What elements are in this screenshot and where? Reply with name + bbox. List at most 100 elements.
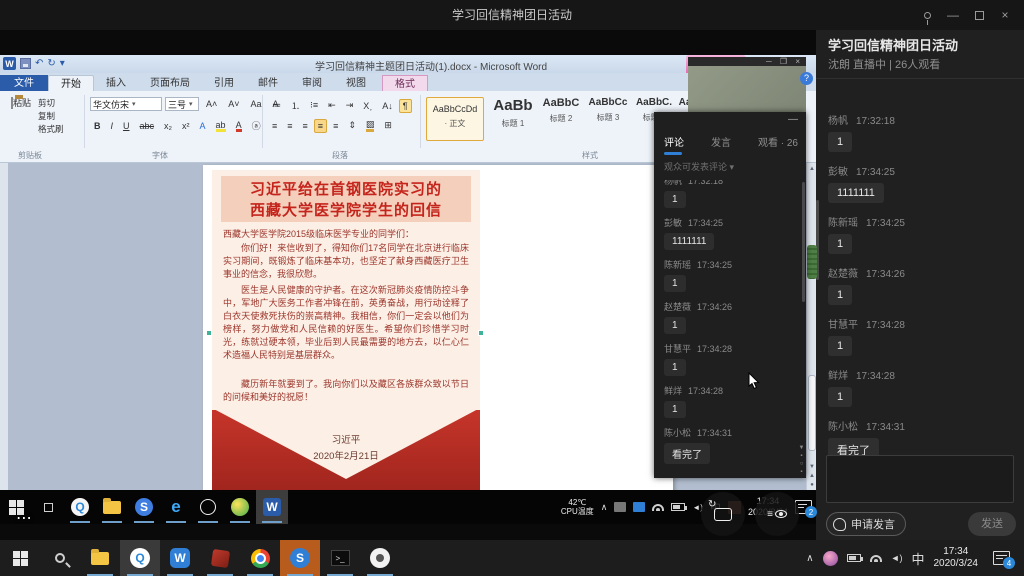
align-center-button[interactable]: ≡ xyxy=(283,119,296,133)
scrollbar-thumb[interactable] xyxy=(808,375,816,451)
panel-tab-watch[interactable]: 观看 · 26 xyxy=(758,134,798,149)
strikethrough-button[interactable]: abc xyxy=(136,119,159,133)
increase-indent-button[interactable]: ⇥ xyxy=(342,98,358,113)
copy-button[interactable]: 复制 xyxy=(38,110,64,123)
style-normal[interactable]: AaBbCcDd · 正文 xyxy=(426,97,484,141)
taskbar-red-app[interactable] xyxy=(200,540,240,576)
inner-tray-shield-icon[interactable] xyxy=(633,502,645,512)
tab-references[interactable]: 引用 xyxy=(202,75,246,91)
bullets-button[interactable]: ≔ xyxy=(268,98,285,113)
tab-format[interactable]: 格式 xyxy=(382,75,428,91)
inner-tray-chevron-icon[interactable]: ∧ xyxy=(601,502,608,513)
align-left-button[interactable]: ≡ xyxy=(268,119,281,133)
decrease-indent-button[interactable]: ⇤ xyxy=(324,98,340,113)
panel-minimize-icon[interactable]: — xyxy=(788,114,798,125)
inner-taskbar-360-browser[interactable] xyxy=(224,490,256,524)
inner-taskbar-messenger[interactable] xyxy=(192,490,224,524)
undo-icon[interactable]: ↶ xyxy=(35,58,43,69)
speaker-icon[interactable]: ◄) xyxy=(891,553,903,563)
inner-taskbar-word[interactable]: W xyxy=(256,490,288,524)
word-logo-icon[interactable]: W xyxy=(3,57,16,70)
notification-center-icon[interactable]: 4 xyxy=(993,551,1010,565)
multilevel-list-button[interactable]: ⁝≡ xyxy=(306,98,322,113)
minimize-button[interactable]: — xyxy=(940,4,966,26)
selection-handle[interactable] xyxy=(206,330,212,336)
italic-button[interactable]: I xyxy=(107,119,118,133)
numbering-button[interactable]: ⒈ xyxy=(287,97,304,114)
tab-insert[interactable]: 插入 xyxy=(94,75,138,91)
inner-wifi-icon[interactable] xyxy=(652,504,664,511)
inner-battery-icon[interactable] xyxy=(671,503,685,511)
send-button[interactable]: 发送 xyxy=(968,512,1016,536)
panel-scroll-buttons[interactable]: ▼▪○▪ xyxy=(797,444,806,476)
tab-view[interactable]: 视图 xyxy=(334,75,378,91)
style-heading1[interactable]: AaBb 标题 1 xyxy=(490,97,536,141)
battery-icon[interactable] xyxy=(847,554,861,562)
style-heading2[interactable]: AaBbC 标题 2 xyxy=(540,97,582,141)
word-scrollbar[interactable]: ▲ ▼ ▲ ● ▼ xyxy=(806,163,816,499)
toggle-comments-button[interactable]: ≡ xyxy=(755,492,799,536)
taskbar-chrome[interactable] xyxy=(240,540,280,576)
camera-preview[interactable]: ─ ❐ × xyxy=(688,57,806,115)
camera-window-controls[interactable]: ─ ❐ × xyxy=(766,57,803,66)
subscript-button[interactable]: x₂ xyxy=(160,119,176,133)
scroll-down-icon[interactable]: ▼ xyxy=(807,463,817,472)
inner-task-view-button[interactable] xyxy=(32,490,64,524)
panel-drag-bar[interactable]: — xyxy=(654,112,806,128)
taskbar-file-explorer[interactable] xyxy=(80,540,120,576)
pin-icon[interactable] xyxy=(914,4,940,26)
text-effects-button[interactable]: A xyxy=(196,119,210,133)
request-speak-button[interactable]: 申请发言 xyxy=(826,512,906,536)
taskbar-terminal[interactable]: >_ xyxy=(320,540,360,576)
inner-taskbar-qq-browser[interactable]: Q xyxy=(64,490,96,524)
stream-more-icon[interactable]: ⋯ xyxy=(16,508,34,528)
cut-button[interactable]: 剪切 xyxy=(38,97,64,110)
underline-button[interactable]: U xyxy=(119,119,134,133)
tab-page-layout[interactable]: 页面布局 xyxy=(138,75,202,91)
shading-button[interactable]: ▨ xyxy=(362,117,379,134)
tab-review[interactable]: 审阅 xyxy=(290,75,334,91)
save-icon[interactable] xyxy=(20,58,31,69)
shrink-font-button[interactable]: A˅ xyxy=(224,97,243,111)
font-color-button[interactable]: A xyxy=(232,118,246,134)
panel-scrollbar[interactable] xyxy=(802,182,805,302)
start-button[interactable] xyxy=(0,540,40,576)
borders-button[interactable]: ⊞ xyxy=(380,118,396,133)
ime-indicator[interactable]: 中 xyxy=(911,549,924,568)
help-icon[interactable]: ? xyxy=(800,72,813,85)
selection-handle[interactable] xyxy=(478,330,484,336)
scroll-up-icon[interactable]: ▲ xyxy=(807,163,817,175)
browse-select-icon[interactable]: ● xyxy=(807,481,817,490)
asian-layout-button[interactable]: X˯ xyxy=(359,99,376,113)
cpu-temp-widget[interactable]: 42℃CPU温度 xyxy=(561,498,594,516)
tab-file[interactable]: 文件 xyxy=(0,75,48,91)
redo-icon[interactable]: ↻ xyxy=(47,58,55,69)
highlight-button[interactable]: ab xyxy=(212,118,230,134)
letter-image[interactable]: 习近平给在首钢医院实习的 西藏大学医学院学生的回信 西藏大学医学院2015级临床… xyxy=(212,170,480,496)
font-size-combo[interactable]: 三号▾ xyxy=(165,97,199,111)
grow-font-button[interactable]: A˄ xyxy=(202,97,221,111)
line-spacing-button[interactable]: ⇕ xyxy=(344,118,360,133)
tab-home[interactable]: 开始 xyxy=(48,75,94,91)
style-heading3[interactable]: AaBbCc 标题 3 xyxy=(586,97,630,141)
taskbar-active-app[interactable]: S xyxy=(280,540,320,576)
bold-button[interactable]: B xyxy=(90,119,105,133)
chat-input[interactable] xyxy=(826,455,1014,503)
close-button[interactable]: × xyxy=(992,4,1018,26)
panel-tab-comments[interactable]: 评论 xyxy=(664,134,684,149)
browse-prev-icon[interactable]: ▲ xyxy=(807,472,817,481)
distribute-button[interactable]: ≡ xyxy=(329,119,342,133)
justify-button[interactable]: ≡ xyxy=(314,119,327,133)
taskbar-clock[interactable]: 17:342020/3/24 xyxy=(934,546,979,570)
tray-chevron-icon[interactable]: ∧ xyxy=(806,553,813,564)
inner-taskbar-edge[interactable]: e xyxy=(160,490,192,524)
tab-mailings[interactable]: 邮件 xyxy=(246,75,290,91)
taskbar-music-app[interactable] xyxy=(360,540,400,576)
inner-tray-monitor-icon[interactable] xyxy=(614,502,626,512)
font-name-combo[interactable]: 华文仿宋▾ xyxy=(90,97,162,111)
format-painter-button[interactable]: 格式刷 xyxy=(38,123,64,136)
search-icon[interactable] xyxy=(40,540,80,576)
tray-app-icon[interactable] xyxy=(823,551,838,566)
paste-button[interactable]: 粘贴 xyxy=(6,96,36,148)
superscript-button[interactable]: x² xyxy=(178,119,194,133)
